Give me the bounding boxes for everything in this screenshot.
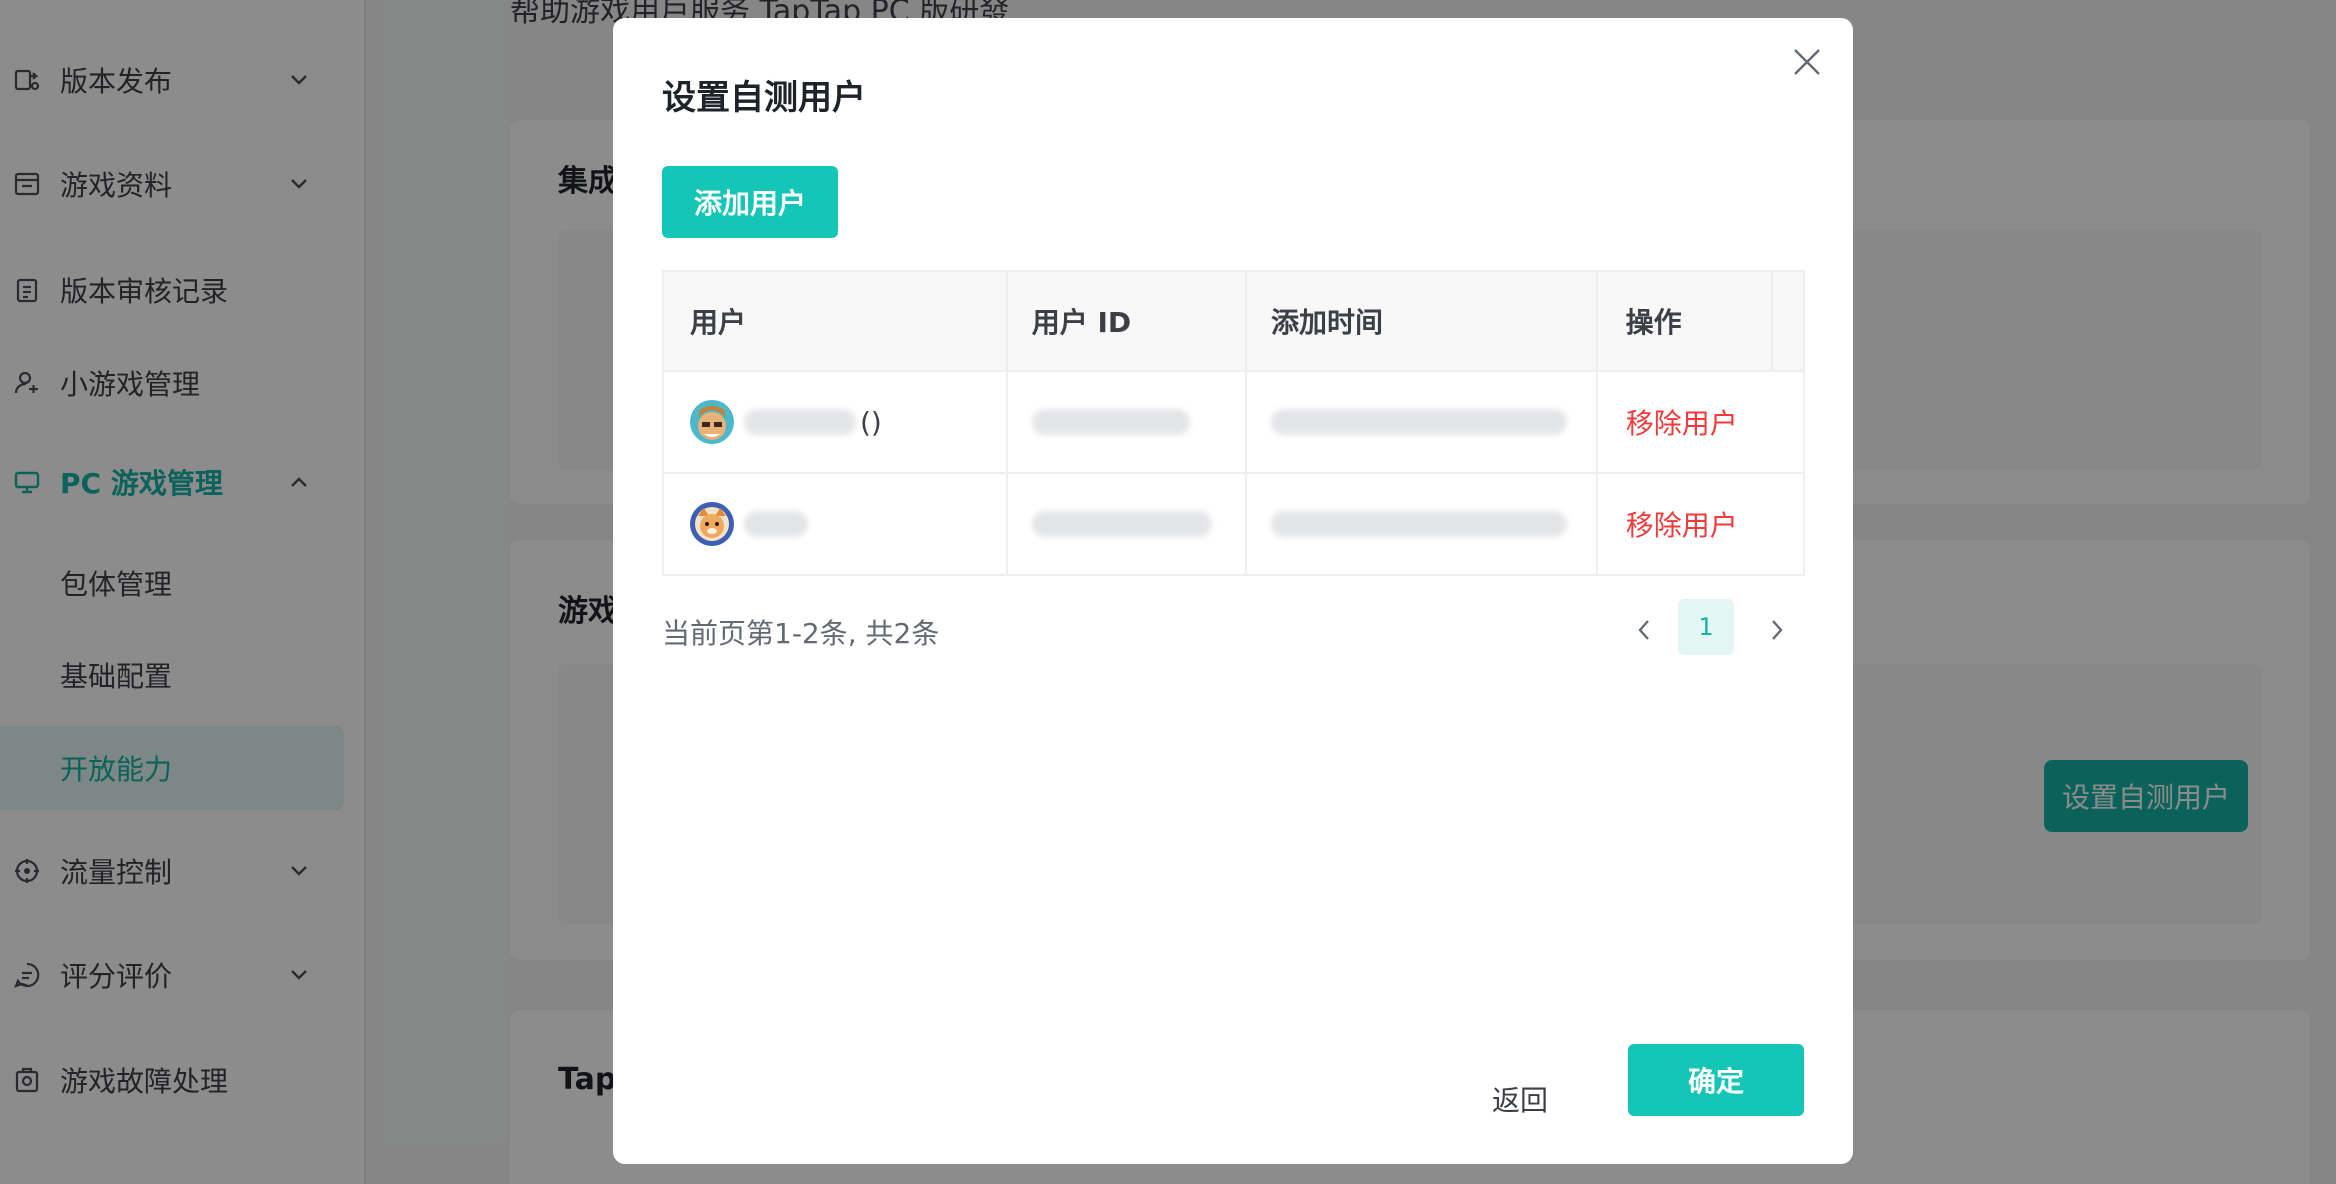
pagination-page-1[interactable]: 1 <box>1678 599 1734 655</box>
blurred-username <box>744 511 808 537</box>
modal-title: 设置自测用户 <box>662 78 866 118</box>
column-header-action: 操作 <box>1598 272 1774 370</box>
avatar <box>690 502 734 546</box>
added-time-cell <box>1247 474 1598 574</box>
header-scroll-gutter <box>1773 272 1803 370</box>
close-icon[interactable] <box>1785 40 1829 84</box>
chevron-left-icon[interactable] <box>1624 610 1664 650</box>
chevron-right-icon[interactable] <box>1757 610 1797 650</box>
column-header-user-id: 用户 ID <box>1008 272 1247 370</box>
add-user-button[interactable]: 添加用户 <box>662 166 838 238</box>
blurred-added-time <box>1270 511 1567 537</box>
set-test-user-modal: 设置自测用户 添加用户 用户 用户 ID 添加时间 操作 () 移除用户 移除用… <box>613 18 1853 1164</box>
action-cell: 移除用户 <box>1598 474 1803 574</box>
user-id-cell <box>1008 474 1247 574</box>
user-cell <box>664 474 1008 574</box>
user-cell: () <box>664 372 1008 472</box>
avatar <box>690 400 734 444</box>
blurred-user-id <box>1031 511 1212 537</box>
remove-user-link[interactable]: 移除用户 <box>1626 504 1738 544</box>
blurred-user-id <box>1031 409 1190 435</box>
table-header: 用户 用户 ID 添加时间 操作 <box>664 272 1803 370</box>
remove-user-link[interactable]: 移除用户 <box>1626 402 1738 442</box>
confirm-button[interactable]: 确定 <box>1628 1044 1804 1116</box>
pagination-summary: 当前页第1-2条, 共2条 <box>662 617 940 650</box>
action-cell: 移除用户 <box>1598 372 1803 472</box>
test-user-table: 用户 用户 ID 添加时间 操作 () 移除用户 移除用户 <box>662 270 1805 576</box>
column-header-added-time: 添加时间 <box>1247 272 1598 370</box>
added-time-cell <box>1247 372 1598 472</box>
table-row: 移除用户 <box>664 472 1803 574</box>
username-suffix: () <box>860 405 882 439</box>
blurred-username <box>744 409 856 435</box>
table-row: () 移除用户 <box>664 370 1803 472</box>
column-header-user: 用户 <box>664 272 1008 370</box>
blurred-added-time <box>1270 409 1567 435</box>
user-id-cell <box>1008 372 1247 472</box>
back-button[interactable]: 返回 <box>1464 1063 1576 1135</box>
